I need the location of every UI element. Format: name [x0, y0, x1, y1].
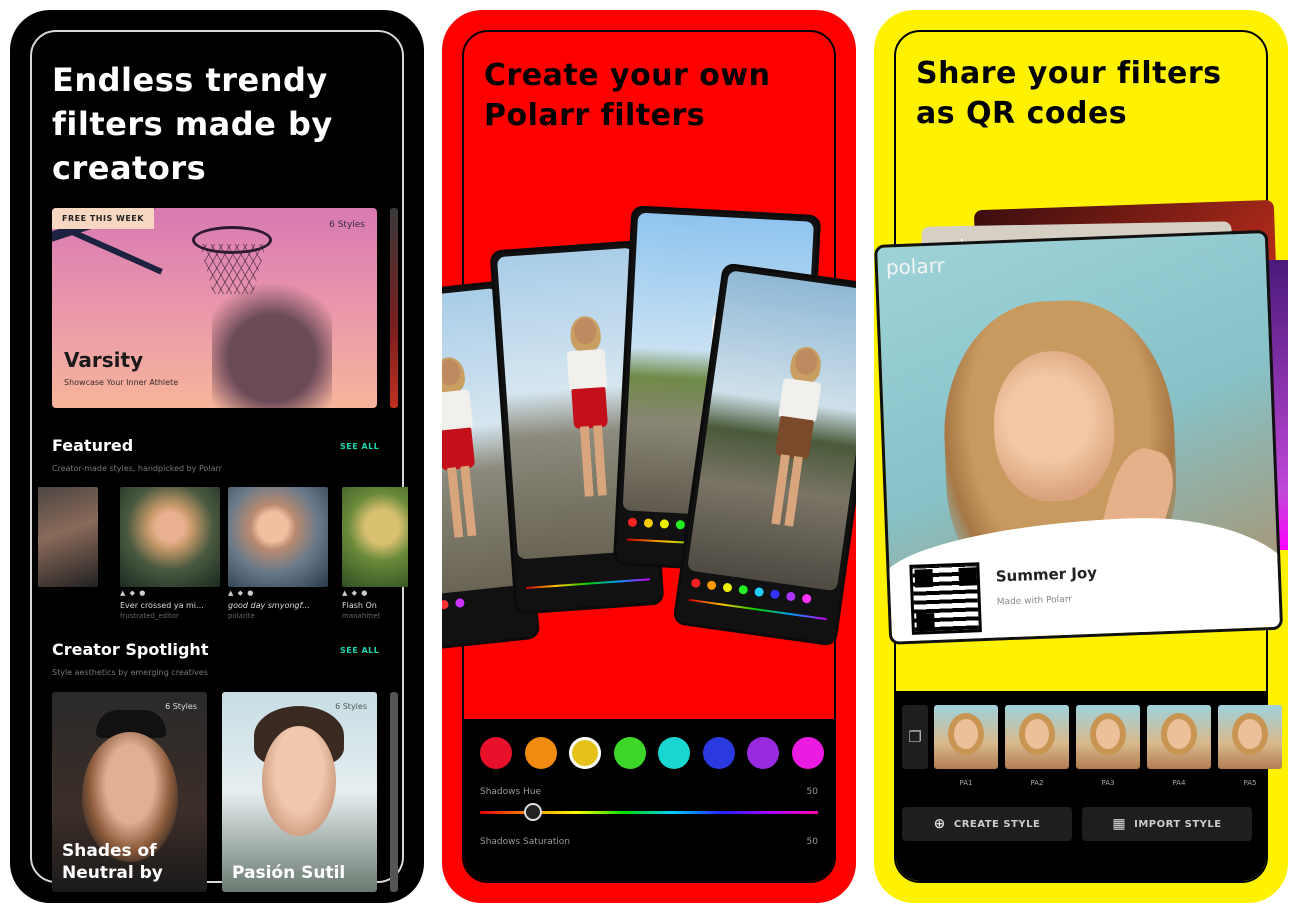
headline: Endless trendy filters made by creators — [52, 61, 333, 187]
color-swatch[interactable] — [791, 737, 824, 769]
spotlight-title: Creator Spotlight — [52, 640, 209, 659]
model-figure — [559, 314, 622, 509]
shadows-hue-label: Shadows Hue — [480, 787, 542, 797]
color-swatch[interactable] — [747, 737, 779, 769]
featured-thumbnail — [38, 487, 98, 587]
create-style-button[interactable]: ⊕ CREATE STYLE — [902, 807, 1072, 841]
spotlight-card[interactable]: 6 Styles Shades of Neutral by — [52, 692, 207, 892]
featured-item-author: polarite — [228, 612, 255, 620]
filter-preset-label: PA1 — [959, 779, 973, 787]
filter-controls: ▲ ◆ ● — [120, 589, 147, 597]
spotlight-see-all[interactable]: SEE ALL — [340, 646, 379, 655]
filter-controls — [38, 589, 98, 599]
shadows-saturation-value: 50 — [806, 837, 818, 847]
athlete-silhouette — [212, 268, 332, 408]
spotlight-count: 6 Styles — [335, 702, 367, 711]
featured-item-author: lau — [38, 603, 98, 611]
featured-item-name: Flash On — [342, 601, 377, 610]
filter-preset-label: PA2 — [1030, 779, 1044, 787]
featured-title: Featured — [52, 436, 134, 455]
filter-preset-label: PA3 — [1101, 779, 1115, 787]
featured-item-name: good day smyongf... — [228, 601, 310, 610]
hero-card-varsity[interactable]: FREE THIS WEEK 6 Styles Varsity Showcase… — [52, 208, 377, 408]
create-style-label: CREATE STYLE — [953, 818, 1041, 830]
import-style-label: IMPORT STYLE — [1134, 818, 1222, 830]
shadows-hue-value: 50 — [806, 787, 818, 797]
headline: Create your own Polarr filters — [484, 58, 771, 133]
featured-item[interactable]: ▲ ◆ ● Ever crossed ya mi... frustrated_e… — [120, 487, 220, 620]
color-swatch[interactable] — [524, 737, 557, 769]
panel-share-qr: Share your filters as QR codes polarr po… — [874, 10, 1288, 903]
featured-item[interactable]: ▲ ◆ ● good day smyongf... polarite — [228, 487, 328, 620]
featured-thumbnail — [342, 487, 408, 587]
next-spotlight-peek[interactable] — [390, 692, 398, 892]
color-adjust-panel: Shadows Hue 50 Shadows Saturation 50 — [464, 719, 834, 881]
featured-item-author: manahmet — [342, 612, 381, 620]
panel-create-filters: Create your own Polarr filters Shadows H — [442, 10, 856, 903]
spotlight-count: 6 Styles — [165, 702, 197, 711]
next-hero-card-peek[interactable] — [390, 208, 398, 408]
featured-item[interactable]: lau — [38, 487, 98, 611]
preset-portrait — [1025, 719, 1049, 749]
filter-preset-thumbnail[interactable] — [934, 705, 998, 769]
portrait-shape — [262, 726, 336, 836]
preset-portrait — [1238, 719, 1262, 749]
style-count: 6 Styles — [329, 220, 365, 230]
layers-icon[interactable]: ❐ — [902, 705, 928, 769]
filter-preset-thumbnail[interactable] — [1076, 705, 1140, 769]
model-figure — [442, 355, 492, 550]
color-swatch[interactable] — [658, 737, 690, 769]
filter-controls: ▲ ◆ ● — [228, 589, 255, 597]
filter-preset-label: PA5 — [1243, 779, 1257, 787]
panel-endless-filters: Endless trendy filters made by creators … — [10, 10, 424, 903]
filter-preset-thumbnail[interactable] — [1218, 705, 1282, 769]
preset-portrait — [1167, 719, 1191, 749]
plus-circle-icon: ⊕ — [933, 816, 946, 832]
filter-preset-label: PA4 — [1172, 779, 1186, 787]
free-badge: FREE THIS WEEK — [52, 208, 154, 229]
featured-carousel[interactable]: lau ▲ ◆ ● Ever crossed ya mi... frustrat… — [38, 487, 408, 627]
featured-thumbnail — [120, 487, 220, 587]
color-swatch[interactable] — [480, 737, 512, 769]
adjust-slider — [525, 578, 650, 589]
featured-item-name: Ever crossed ya mi... — [120, 601, 204, 610]
headline: Share your filters as QR codes — [916, 56, 1222, 131]
featured-item-author: frustrated_editor — [120, 612, 179, 620]
featured-thumbnail — [228, 487, 328, 587]
qr-share-card[interactable]: polarr Summer Joy Made with Polarr — [874, 229, 1284, 645]
filter-preset-thumbnail[interactable] — [1147, 705, 1211, 769]
preset-portrait — [1096, 719, 1120, 749]
color-swatch[interactable] — [613, 737, 646, 769]
color-swatch-row[interactable] — [480, 737, 824, 769]
hero-title: Varsity — [64, 348, 144, 372]
shadows-saturation-label: Shadows Saturation — [480, 837, 570, 847]
shadows-hue-knob[interactable] — [524, 803, 542, 821]
color-swatch[interactable] — [702, 737, 735, 769]
color-swatch[interactable] — [569, 737, 601, 769]
spotlight-card[interactable]: 6 Styles Pasión Sutil — [222, 692, 377, 892]
import-style-button[interactable]: ▦ IMPORT STYLE — [1082, 807, 1252, 841]
color-dots — [442, 598, 465, 610]
filter-controls: ▲ ◆ ● — [342, 589, 369, 597]
spotlight-label: Pasión Sutil — [232, 863, 346, 883]
card-brand: polarr — [885, 253, 946, 280]
filter-preset-thumbnail[interactable] — [1005, 705, 1069, 769]
style-strip-panel: ❐ PA1 PA2 PA3 PA4 PA5 ⊕ CREATE STYLE ▦ IMPOR… — [896, 691, 1282, 881]
featured-subtitle: Creator-made styles, handpicked by Polar… — [52, 464, 222, 473]
hero-subtitle: Showcase Your Inner Athlete — [64, 378, 179, 387]
model-figure — [756, 344, 832, 540]
qr-scan-icon: ▦ — [1112, 816, 1127, 832]
qr-code-icon[interactable] — [909, 562, 982, 635]
featured-item[interactable]: ▲ ◆ ● Flash On manahmet — [342, 487, 408, 620]
preset-portrait — [954, 719, 978, 749]
spotlight-subtitle: Style aesthetics by emerging creatives — [52, 668, 208, 677]
featured-see-all[interactable]: SEE ALL — [340, 442, 379, 451]
spotlight-label: Shades of Neutral by — [62, 841, 163, 883]
